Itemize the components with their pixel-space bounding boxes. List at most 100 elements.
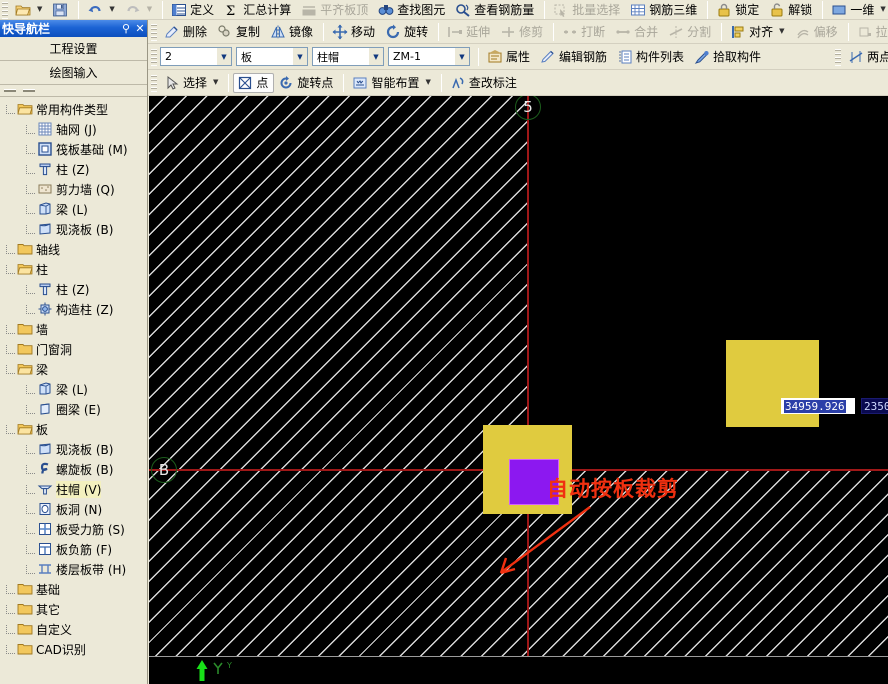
tree-item-14[interactable]: 梁 (L)	[4, 379, 147, 399]
tree-item-22[interactable]: 板负筋 (F)	[4, 539, 147, 559]
tree-item-0[interactable]: 常用构件类型	[4, 99, 147, 119]
edit-rebar-button[interactable]: 编辑钢筋	[536, 47, 613, 67]
tree-item-19[interactable]: 柱帽 (V)	[4, 479, 147, 499]
tree-item-5[interactable]: 梁 (L)	[4, 199, 147, 219]
save-button[interactable]	[48, 0, 74, 20]
tree-item-12[interactable]: 门窗洞	[4, 339, 147, 359]
smart-layout-tool[interactable]: 智能布置 ▼	[348, 73, 436, 93]
component-list-icon	[619, 50, 632, 63]
rotate-button[interactable]: 旋转	[381, 22, 434, 42]
chevron-down-icon[interactable]: ▼	[216, 48, 231, 65]
chevron-down-icon: ▼	[880, 5, 886, 13]
merge-icon	[616, 29, 630, 34]
move-button[interactable]: 移动	[328, 22, 381, 42]
tree-item-27[interactable]: CAD识别	[4, 639, 147, 659]
open-file-button[interactable]: ▼	[11, 0, 48, 20]
toolbar-grip[interactable]	[151, 47, 157, 66]
undo-button[interactable]: ▼	[83, 0, 120, 20]
tree-item-18[interactable]: 螺旋板 (B)	[4, 459, 147, 479]
panel-splitter[interactable]	[0, 85, 147, 97]
copy-button[interactable]: 复制	[213, 22, 266, 42]
category-combo[interactable]: 板 ▼	[236, 47, 308, 66]
offset-button[interactable]: 偏移	[791, 22, 844, 42]
point-tool[interactable]: 点	[233, 72, 275, 93]
component-list-button-label: 构件列表	[636, 50, 685, 64]
unlock-button[interactable]: 解锁	[765, 0, 818, 20]
tree-item-1[interactable]: 轴网 (J)	[4, 119, 147, 139]
toolbar-grip[interactable]	[151, 22, 157, 41]
tree-connector	[6, 324, 15, 334]
tree-item-25[interactable]: 其它	[4, 599, 147, 619]
coord-y-input[interactable]: 23507	[861, 398, 888, 414]
stretch-button[interactable]: 拉伸	[853, 22, 888, 42]
break-button[interactable]: 打断	[558, 22, 611, 42]
chevron-down-icon[interactable]: ▼	[292, 48, 307, 65]
tree-item-2[interactable]: 筏板基础 (M)	[4, 139, 147, 159]
tree-item-17[interactable]: 现浇板 (B)	[4, 439, 147, 459]
tree-item-3[interactable]: 柱 (Z)	[4, 159, 147, 179]
tree-item-23[interactable]: 楼层板带 (H)	[4, 559, 147, 579]
extend-button[interactable]: 延伸	[443, 22, 496, 42]
merge-button[interactable]: 合并	[611, 22, 664, 42]
drawing-canvas[interactable]: 5 B 自动按板裁剪 34959.926 23507 Y	[149, 96, 888, 684]
member-combo[interactable]: ZM-1 ▼	[388, 47, 470, 66]
define-button[interactable]: 定义	[167, 0, 220, 20]
component-list-button[interactable]: 构件列表	[613, 47, 690, 67]
tree-item-8[interactable]: 柱	[4, 259, 147, 279]
toolbar-grip[interactable]	[151, 73, 157, 92]
nav-project-settings[interactable]: 工程设置	[0, 37, 147, 61]
lock-icon	[718, 3, 730, 16]
tree-item-4[interactable]: 剪力墙 (Q)	[4, 179, 147, 199]
summary-calc-button[interactable]: Σ 汇总计算	[220, 0, 297, 20]
close-icon[interactable]: ✕	[133, 22, 147, 35]
tree-item-26[interactable]: 自定义	[4, 619, 147, 639]
view-rebar-qty-button[interactable]: 查看钢筋量	[451, 0, 540, 20]
chevron-down-icon[interactable]: ▼	[454, 48, 469, 65]
mirror-button[interactable]: 镜像	[266, 22, 319, 42]
edit-annotation-tool[interactable]: 查改标注	[446, 73, 523, 93]
pin-icon[interactable]: ⚲	[119, 22, 133, 35]
type-combo[interactable]: 柱帽 ▼	[312, 47, 384, 66]
lock-button[interactable]: 锁定	[712, 0, 765, 20]
tree-item-10[interactable]: 构造柱 (Z)	[4, 299, 147, 319]
view-mode-combo[interactable]: 一维 ▼	[827, 0, 888, 20]
toolbar-grip[interactable]	[835, 47, 842, 66]
two-point-button[interactable]: 两点	[844, 47, 888, 67]
tree-item-16[interactable]: 板	[4, 419, 147, 439]
split-button[interactable]: 分割	[664, 22, 717, 42]
rebar-3d-button[interactable]: 钢筋三维	[626, 0, 703, 20]
toolbar-grip[interactable]	[2, 0, 8, 19]
tree-item-24[interactable]: 基础	[4, 579, 147, 599]
delete-button[interactable]: 删除	[160, 22, 213, 42]
tree-item-6[interactable]: 现浇板 (B)	[4, 219, 147, 239]
pick-component-button[interactable]: 拾取构件	[690, 47, 767, 67]
tree-item-label: 筏板基础 (M)	[56, 142, 128, 157]
tree-item-21[interactable]: 板受力筋 (S)	[4, 519, 147, 539]
find-element-button[interactable]: 查找图元	[374, 0, 451, 20]
align-slab-top-button[interactable]: 平齐板顶	[297, 0, 374, 20]
nav-draw-input[interactable]: 绘图输入	[0, 61, 147, 85]
rotate-point-tool[interactable]: 旋转点	[274, 73, 339, 93]
edit-rebar-button-label: 编辑钢筋	[559, 50, 608, 64]
rotate-point-icon	[280, 75, 292, 88]
select-tool[interactable]: 选择 ▼	[160, 73, 224, 93]
align-button[interactable]: 对齐 ▼	[726, 22, 790, 42]
tree-item-7[interactable]: 轴线	[4, 239, 147, 259]
batch-select-button[interactable]: 批量选择	[549, 0, 626, 20]
mirror-button-label: 镜像	[289, 25, 314, 39]
tree-item-15[interactable]: 圈梁 (E)	[4, 399, 147, 419]
coord-x-input[interactable]: 34959.926	[781, 398, 855, 414]
floor-combo[interactable]: 2 ▼	[160, 47, 232, 66]
properties-button[interactable]: 属性	[483, 47, 536, 67]
trim-button[interactable]: 修剪	[496, 22, 549, 42]
tree-item-20[interactable]: 板洞 (N)	[4, 499, 147, 519]
move-cross-icon	[332, 24, 348, 39]
tree-connector	[26, 504, 35, 514]
toolbar-separator	[162, 0, 164, 19]
redo-button[interactable]: ▼	[121, 0, 158, 20]
chevron-down-icon[interactable]: ▼	[368, 48, 383, 65]
tree-item-11[interactable]: 墙	[4, 319, 147, 339]
column-cap-icon	[37, 485, 53, 495]
tree-item-9[interactable]: 柱 (Z)	[4, 279, 147, 299]
tree-item-13[interactable]: 梁	[4, 359, 147, 379]
